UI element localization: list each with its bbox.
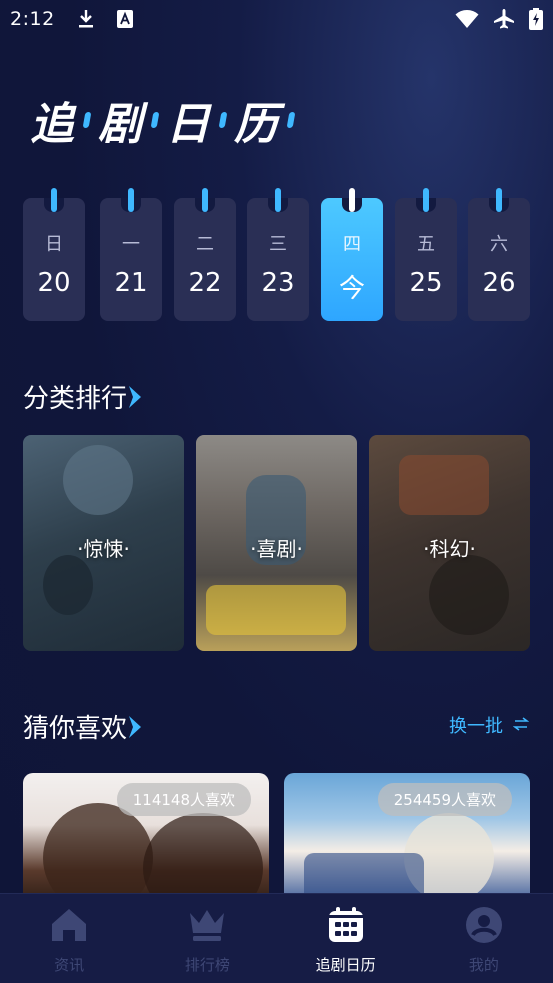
recommend-card[interactable]: 254459人喜欢 (284, 773, 530, 903)
status-time: 2:12 (10, 8, 55, 30)
calendar-weekday: 一 (122, 234, 140, 255)
nav-label: 资讯 (54, 956, 85, 974)
chevron-right-icon (127, 384, 143, 410)
calendar-date: 21 (114, 268, 148, 298)
nav-item-news[interactable]: 资讯 (0, 894, 138, 983)
category-section-title: 分类排行 (23, 378, 143, 415)
calendar-day[interactable]: 二 22 (174, 188, 236, 321)
calendar-date: 26 (482, 268, 516, 298)
calendar-pin-icon (423, 188, 429, 212)
crown-icon (187, 906, 227, 944)
calendar-pin-icon (275, 188, 281, 212)
calendar-date: 22 (188, 268, 222, 298)
nav-item-calendar[interactable]: 追剧日历 (277, 894, 415, 983)
refresh-label: 换一批 (449, 716, 503, 737)
title-separator (218, 112, 228, 128)
calendar-date: 23 (261, 268, 295, 298)
calendar-day[interactable]: 五 25 (395, 188, 457, 321)
calendar-icon (327, 906, 365, 944)
week-calendar: 日 20 一 21 二 22 三 23 四 今 五 25 六 26 (23, 188, 533, 321)
title-separator (286, 112, 296, 128)
calendar-day[interactable]: 六 26 (468, 188, 530, 321)
calendar-day[interactable]: 一 21 (100, 188, 162, 321)
likes-badge: 114148人喜欢 (116, 783, 251, 816)
calendar-day[interactable]: 日 20 (23, 188, 85, 321)
font-a-icon (116, 10, 133, 28)
calendar-day[interactable]: 三 23 (247, 188, 309, 321)
swap-icon (512, 715, 530, 736)
calendar-weekday: 二 (196, 234, 214, 255)
nav-label: 追剧日历 (315, 956, 376, 974)
category-card-thriller[interactable]: ·惊悚· (23, 435, 184, 651)
home-icon (49, 906, 89, 944)
bottom-nav: 资讯 排行榜 追剧日历 我的 (0, 893, 553, 983)
calendar-weekday: 三 (269, 234, 287, 255)
title-separator (150, 112, 160, 128)
calendar-pin-icon (202, 188, 208, 212)
calendar-pin-icon (349, 188, 355, 212)
wifi-icon (455, 9, 479, 29)
recommend-section-title: 猜你喜欢 (23, 708, 143, 745)
calendar-weekday: 四 (343, 234, 361, 255)
nav-label: 我的 (468, 956, 499, 974)
title-separator (82, 112, 92, 128)
profile-icon (465, 906, 503, 944)
category-label: ·科幻· (423, 537, 476, 561)
page-title: 追 剧 日 历 (30, 88, 302, 152)
download-icon (77, 9, 95, 29)
status-bar: 2:12 (0, 0, 553, 38)
nav-label: 排行榜 (184, 956, 230, 974)
calendar-weekday: 六 (490, 234, 508, 255)
calendar-day-today[interactable]: 四 今 (321, 188, 383, 321)
calendar-pin-icon (51, 188, 57, 212)
calendar-date: 今 (338, 274, 365, 304)
calendar-pin-icon (128, 188, 134, 212)
airplane-icon (493, 8, 515, 30)
nav-item-ranking[interactable]: 排行榜 (138, 894, 276, 983)
calendar-date: 25 (409, 268, 443, 298)
calendar-weekday: 日 (45, 234, 63, 255)
nav-item-profile[interactable]: 我的 (415, 894, 553, 983)
battery-charging-icon (529, 8, 543, 30)
recommend-card[interactable]: 114148人喜欢 (23, 773, 269, 903)
calendar-pin-icon (496, 188, 502, 212)
category-label: ·喜剧· (250, 537, 303, 561)
category-label: ·惊悚· (77, 537, 130, 561)
refresh-button[interactable]: 换一批 (449, 712, 530, 738)
chevron-right-icon (127, 714, 143, 740)
calendar-weekday: 五 (417, 234, 435, 255)
likes-badge: 254459人喜欢 (377, 783, 512, 816)
calendar-date: 20 (37, 268, 71, 298)
category-card-scifi[interactable]: ·科幻· (369, 435, 530, 651)
category-card-comedy[interactable]: ·喜剧· (196, 435, 357, 651)
